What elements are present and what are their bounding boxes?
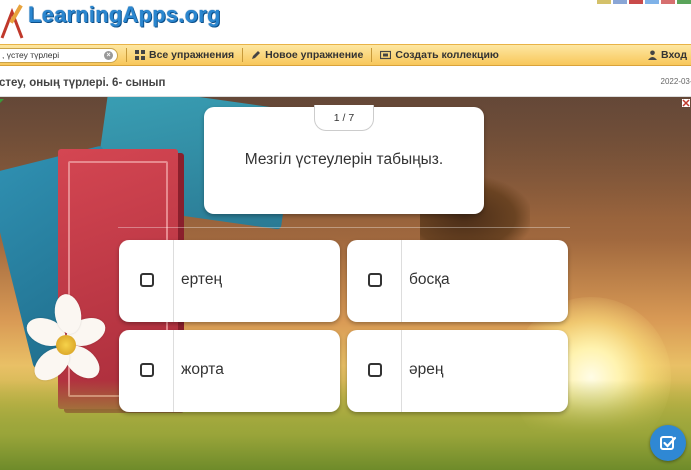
site-logo[interactable]: LearningApps.org — [28, 2, 221, 28]
toolbar-divider — [371, 48, 373, 62]
login-label: Вход — [661, 49, 687, 61]
answer-option[interactable]: әрең — [347, 330, 568, 412]
main-toolbar: × Все упражнения Новое упражнение Создат… — [0, 44, 691, 66]
new-exercise-label: Новое упражнение — [265, 49, 364, 61]
page-title: стеу, оның түрлері. 6- сынып — [0, 77, 166, 89]
checkbox-area — [347, 240, 402, 322]
login-link[interactable]: Вход — [648, 49, 687, 61]
collection-icon — [380, 50, 392, 60]
answer-label: жорта — [181, 361, 224, 378]
check-square-icon — [660, 436, 677, 450]
search-input[interactable] — [0, 48, 100, 62]
toolbar-divider — [126, 48, 127, 62]
user-icon — [648, 50, 658, 60]
answer-option[interactable]: жорта — [119, 330, 340, 412]
answer-option[interactable]: босқа — [347, 240, 568, 322]
close-app-icon[interactable] — [682, 99, 690, 107]
app-date: 2022-03-1 — [660, 77, 691, 86]
search-box: × — [0, 47, 118, 63]
checkbox[interactable] — [140, 363, 154, 377]
all-exercises-link[interactable]: Все упражнения — [135, 49, 234, 61]
checkbox[interactable] — [368, 273, 382, 287]
logo-mark-icon — [0, 4, 24, 39]
site-header: LearningApps.org — [0, 0, 691, 44]
create-collection-link[interactable]: Создать коллекцию — [380, 49, 499, 61]
answer-label: босқа — [409, 271, 450, 288]
flower-center — [56, 335, 76, 355]
answer-label: ертең — [181, 271, 223, 288]
answer-label: әрең — [409, 361, 444, 378]
grid-icon — [135, 50, 145, 60]
flag-icon[interactable] — [597, 0, 611, 4]
create-collection-label: Создать коллекцию — [395, 49, 499, 61]
clear-search-icon[interactable]: × — [104, 50, 113, 60]
question-divider — [118, 227, 570, 228]
question-card: 1 / 7 Мезгіл үстеулерін табыңыз. — [204, 105, 484, 214]
answer-option[interactable]: ертең — [119, 240, 340, 322]
question-counter: 1 / 7 — [314, 105, 374, 131]
new-exercise-link[interactable]: Новое упражнение — [251, 49, 363, 61]
flag-icon[interactable] — [629, 0, 643, 4]
check-answers-button[interactable] — [650, 425, 686, 461]
all-exercises-label: Все упражнения — [149, 49, 235, 61]
app-title-bar: стеу, оның түрлері. 6- сынып 2022-03-1 — [0, 67, 691, 97]
question-text: Мезгіл үстеулерін табыңыз. — [244, 151, 444, 168]
quiz-app-area: 1 / 7 Мезгіл үстеулерін табыңыз. ертең б… — [0, 97, 691, 470]
toolbar-divider — [242, 48, 244, 62]
flag-icon[interactable] — [613, 0, 627, 4]
pencil-icon — [252, 51, 261, 59]
language-flags — [597, 0, 691, 4]
fullscreen-icon[interactable] — [0, 99, 8, 107]
checkbox[interactable] — [368, 363, 382, 377]
checkbox-area — [119, 330, 174, 412]
checkbox-area — [119, 240, 174, 322]
flag-icon[interactable] — [661, 0, 675, 4]
background-flower — [12, 292, 122, 397]
checkbox-area — [347, 330, 402, 412]
checkbox[interactable] — [140, 273, 154, 287]
flag-icon[interactable] — [677, 0, 691, 4]
flag-icon[interactable] — [645, 0, 659, 4]
